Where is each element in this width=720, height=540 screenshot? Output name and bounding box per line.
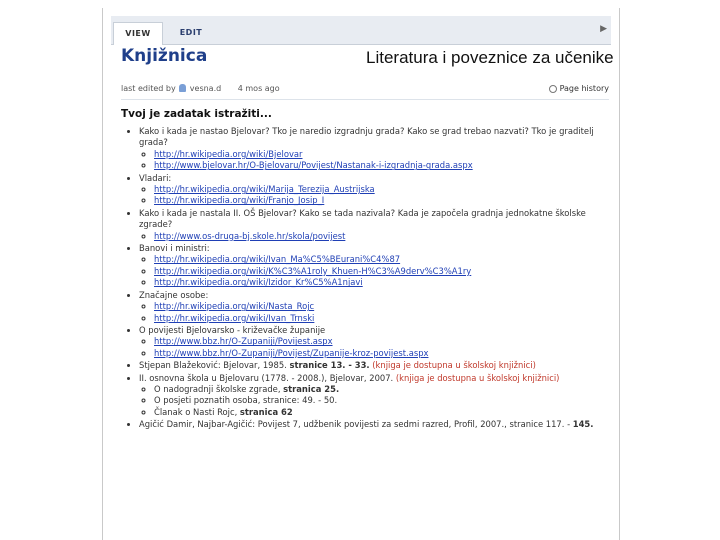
link[interactable]: http://hr.wikipedia.org/wiki/K%C3%A1roly…	[154, 266, 471, 276]
link[interactable]: http://www.os-druga-bj.skole.hr/skola/po…	[154, 231, 345, 241]
list-item: Banovi i ministri: http://hr.wikipedia.o…	[139, 243, 611, 289]
user-icon	[179, 84, 187, 92]
link[interactable]: http://www.bbz.hr/O-Zupaniji/Povijest.as…	[154, 336, 333, 346]
chevron-right-icon[interactable]: ▶	[600, 24, 607, 34]
section-heading: Tvoj je zadatak istražiti...	[121, 108, 272, 120]
clock-icon	[548, 85, 557, 93]
list-item: O povijesti Bjelovarsko - križevačke žup…	[139, 325, 611, 359]
book-item: Stjepan Blažeković: Bjelovar, 1985. stra…	[139, 360, 611, 371]
link[interactable]: http://hr.wikipedia.org/wiki/Izidor_Kr%C…	[154, 277, 363, 287]
page-history-link[interactable]: Page history	[548, 84, 609, 93]
link[interactable]: http://hr.wikipedia.org/wiki/Ivan_Ma%C5%…	[154, 254, 400, 264]
list-item: Kako i kada je nastao Bjelovar? Tko je n…	[139, 126, 611, 172]
book-item: Agičić Damir, Najbar-Agičić: Povijest 7,…	[139, 419, 611, 430]
book-item: II. osnovna škola u Bjelovaru (1778. - 2…	[139, 373, 611, 419]
wiki-page-frame: VIEW EDIT ▶ Knjižnica last edited by ves…	[102, 8, 620, 540]
tab-view[interactable]: VIEW	[113, 22, 163, 45]
page-content: Kako i kada je nastao Bjelovar? Tko je n…	[121, 126, 611, 432]
edited-by-label: last edited by	[121, 84, 176, 93]
link[interactable]: http://hr.wikipedia.org/wiki/Franjo_Josi…	[154, 195, 324, 205]
edit-meta: last edited by vesna.d 4 mos ago	[121, 84, 280, 93]
editor-username[interactable]: vesna.d	[190, 84, 221, 93]
document-title: Literatura i poveznice za učenike	[366, 48, 614, 67]
link[interactable]: http://hr.wikipedia.org/wiki/Nasta_Rojc	[154, 301, 314, 311]
divider	[121, 99, 609, 100]
edit-time: 4 mos ago	[237, 84, 280, 93]
page-title: Knjižnica	[121, 46, 208, 66]
list-item: Kako i kada je nastala II. OŠ Bjelovar? …	[139, 208, 611, 242]
list-item: Značajne osobe: http://hr.wikipedia.org/…	[139, 290, 611, 324]
page-history-label[interactable]: Page history	[560, 84, 609, 93]
link[interactable]: http://www.bbz.hr/O-Zupaniji/Povijest/Zu…	[154, 348, 428, 358]
link[interactable]: http://www.bjelovar.hr/O-Bjelovaru/Povij…	[154, 160, 473, 170]
list-item: Vladari: http://hr.wikipedia.org/wiki/Ma…	[139, 173, 611, 207]
link[interactable]: http://hr.wikipedia.org/wiki/Marija_Tere…	[154, 184, 375, 194]
tab-bar: VIEW EDIT ▶	[111, 16, 611, 45]
link[interactable]: http://hr.wikipedia.org/wiki/Bjelovar	[154, 149, 303, 159]
tab-edit[interactable]: EDIT	[171, 22, 211, 44]
link[interactable]: http://hr.wikipedia.org/wiki/Ivan_Trnski	[154, 313, 314, 323]
